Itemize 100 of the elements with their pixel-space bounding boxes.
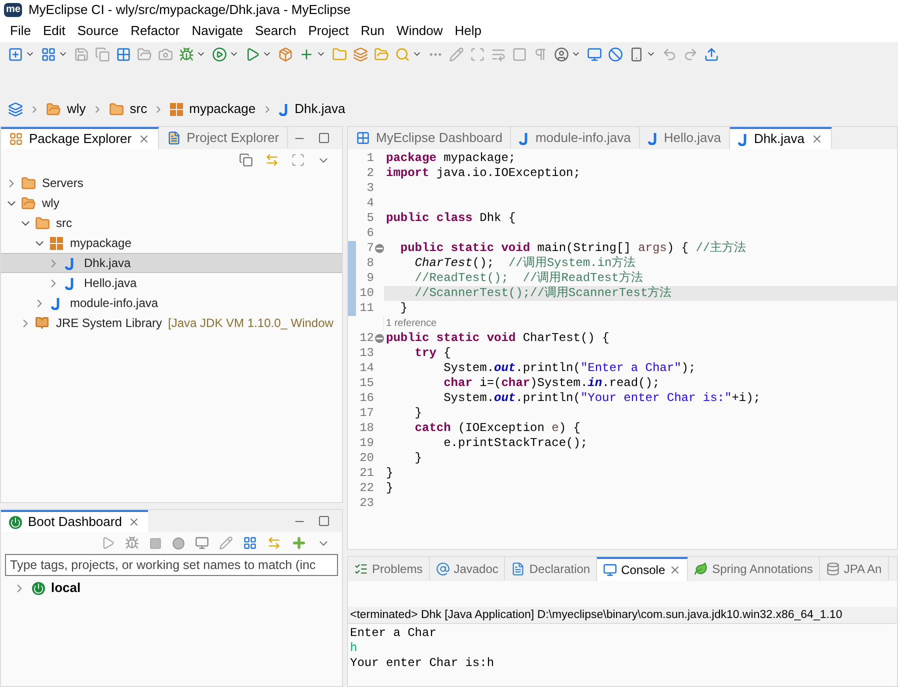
- new-grid-icon[interactable]: [41, 46, 56, 62]
- line-number: 5: [366, 211, 374, 226]
- tree-item-label: module-info.java: [70, 295, 158, 312]
- dashboard-icon: [356, 131, 370, 145]
- save-all-icon[interactable]: [95, 46, 110, 62]
- grid-icon[interactable]: [243, 536, 257, 550]
- bug-icon[interactable]: [125, 536, 139, 550]
- close-icon[interactable]: [128, 516, 140, 528]
- focus-icon[interactable]: [291, 153, 305, 167]
- add-icon[interactable]: [299, 46, 314, 62]
- tree-item[interactable]: wly: [1, 193, 342, 213]
- menu-item[interactable]: Source: [71, 21, 125, 41]
- run-tool-icon[interactable]: [245, 46, 260, 62]
- line-number: 13: [358, 346, 374, 361]
- collapse-all-icon[interactable]: [239, 153, 253, 167]
- fold-icon[interactable]: [375, 244, 384, 253]
- package-icon[interactable]: [278, 46, 293, 62]
- breadcrumb-item[interactable]: wly: [67, 99, 86, 119]
- maximize-icon[interactable]: [318, 515, 330, 527]
- link-arrows-icon[interactable]: [265, 153, 279, 167]
- leaf-icon: [694, 562, 708, 576]
- app-logo: me: [4, 3, 22, 17]
- menu-item[interactable]: Window: [390, 21, 449, 41]
- line-number: 6: [366, 226, 374, 241]
- fold-icon[interactable]: [375, 334, 384, 343]
- code-line: public static void CharTest() {: [385, 331, 610, 346]
- menu-item[interactable]: Run: [354, 21, 391, 41]
- blocked-icon[interactable]: [608, 46, 623, 62]
- stop-icon[interactable]: [149, 536, 162, 550]
- wrap-icon[interactable]: [491, 46, 506, 62]
- folder-icon[interactable]: [137, 46, 152, 62]
- layers-icon[interactable]: [353, 46, 368, 62]
- close-icon[interactable]: [810, 133, 823, 145]
- workspace-icon[interactable]: [8, 102, 23, 116]
- tab[interactable]: Project Explorer: [158, 127, 288, 149]
- grid-icon[interactable]: [116, 46, 131, 62]
- frame-icon[interactable]: [512, 46, 527, 62]
- breadcrumb-item[interactable]: Dhk.java: [294, 99, 346, 119]
- tree-item[interactable]: Dhk.java: [1, 253, 342, 273]
- code-line: System.out.println("Enter a Char");: [442, 361, 697, 376]
- line-number: 14: [358, 361, 374, 376]
- tree-item[interactable]: module-info.java: [1, 293, 342, 313]
- line-number: 4: [366, 196, 374, 211]
- document-icon: [511, 562, 526, 576]
- tab[interactable]: Boot Dashboard: [1, 510, 148, 532]
- pencil-icon[interactable]: [219, 536, 233, 550]
- menu-item[interactable]: Edit: [36, 21, 72, 41]
- arrows-icon[interactable]: [267, 536, 281, 550]
- tree-item[interactable]: local: [1, 576, 342, 600]
- tab[interactable]: Package Explorer: [1, 127, 159, 149]
- user-icon[interactable]: [554, 46, 569, 62]
- line-number: 7: [366, 241, 374, 256]
- menu-item[interactable]: Refactor: [124, 21, 186, 41]
- phone-icon[interactable]: [629, 46, 644, 62]
- undo-icon[interactable]: [662, 46, 677, 62]
- tab[interactable]: Dhk.java: [730, 127, 832, 149]
- tree-item-label: Dhk.java: [84, 255, 131, 272]
- menu-item[interactable]: Search: [249, 21, 302, 41]
- line-number: 17: [358, 406, 374, 421]
- start-icon[interactable]: [101, 536, 115, 550]
- close-icon[interactable]: [138, 133, 150, 145]
- console-line: Enter a Char: [350, 626, 438, 641]
- menu-item[interactable]: Project: [302, 21, 355, 41]
- menu-item[interactable]: Help: [448, 21, 488, 41]
- breadcrumb-item[interactable]: src: [130, 99, 148, 119]
- pencil-icon[interactable]: [449, 46, 464, 62]
- tree-item[interactable]: mypackage: [1, 233, 342, 253]
- scan-icon[interactable]: [470, 46, 485, 62]
- line-number: 1: [366, 151, 374, 166]
- monitor-icon[interactable]: [587, 46, 602, 62]
- menu-item[interactable]: File: [4, 21, 37, 41]
- java-file-icon: [519, 132, 530, 144]
- checklist-icon: [354, 562, 368, 576]
- tree-item[interactable]: src: [1, 213, 342, 233]
- menu-item[interactable]: Navigate: [186, 21, 250, 41]
- add-icon[interactable]: [291, 535, 307, 551]
- breadcrumb-item[interactable]: mypackage: [189, 99, 256, 119]
- tree-item[interactable]: Servers: [1, 173, 342, 193]
- camera-icon[interactable]: [158, 46, 173, 62]
- tab[interactable]: Console: [597, 557, 688, 581]
- line-number: 3: [366, 181, 374, 196]
- maximize-icon[interactable]: [318, 132, 330, 144]
- tree-item[interactable]: Hello.java: [1, 273, 342, 293]
- code-line: System.out.println("Your enter Char is:"+i);: [442, 391, 762, 406]
- play-icon[interactable]: [212, 46, 227, 62]
- code-line: public static void main(String[] args) { //主方法: [399, 241, 748, 256]
- pilcrow-icon[interactable]: [533, 46, 548, 62]
- tree-item[interactable]: JRE System Library [Java JDK VM 1.10.0_ Window: [1, 313, 342, 333]
- project-folder-icon: [20, 196, 36, 210]
- new-icon[interactable]: [8, 46, 23, 62]
- monitor-icon[interactable]: [195, 536, 209, 550]
- tab[interactable]: Javadoc: [430, 557, 506, 581]
- window-title: MyEclipse CI - wly/src/mypackage/Dhk.java - MyEclipse: [28, 1, 351, 20]
- redo-icon[interactable]: [683, 46, 698, 62]
- upload-icon[interactable]: [704, 46, 719, 62]
- filter-field[interactable]: Type tags, projects, or working set names to match (inc: [5, 554, 338, 576]
- sphere-icon[interactable]: [172, 536, 185, 550]
- code-reference-hint[interactable]: 1 reference: [384, 316, 437, 331]
- save-icon[interactable]: [74, 46, 89, 62]
- close-icon[interactable]: [669, 564, 682, 576]
